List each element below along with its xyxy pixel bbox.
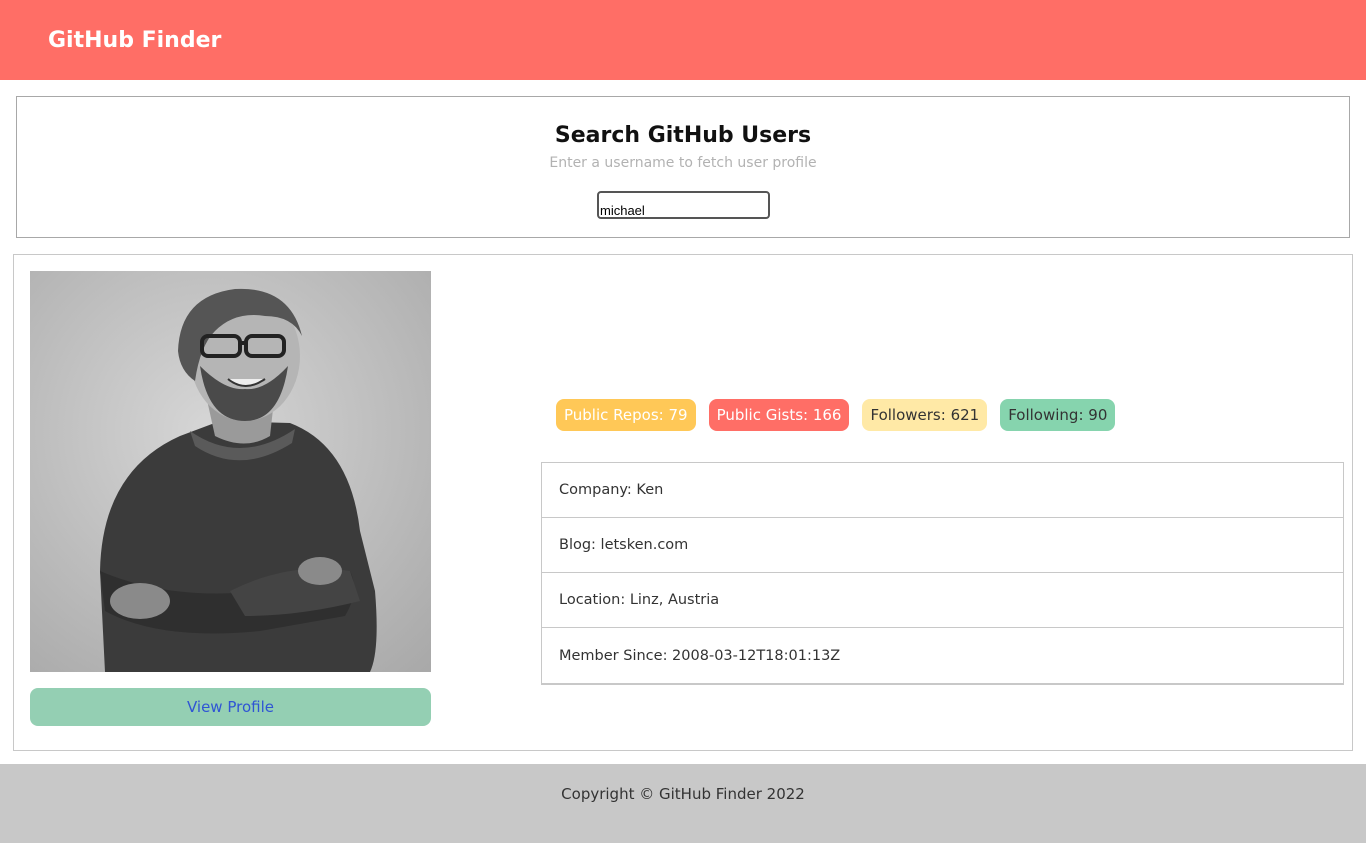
blog-item: Blog: letsken.com xyxy=(542,518,1343,573)
profile-card: View Profile Public Repos: 79 Public Gis… xyxy=(13,254,1353,751)
search-title: Search GitHub Users xyxy=(554,123,812,148)
view-profile-button[interactable]: View Profile xyxy=(30,688,431,726)
stats-badges: Public Repos: 79 Public Gists: 166 Follo… xyxy=(556,399,1116,431)
location-item: Location: Linz, Austria xyxy=(542,573,1343,628)
search-panel: Search GitHub Users Enter a username to … xyxy=(16,96,1350,238)
user-photo-icon xyxy=(30,271,431,672)
public-gists-badge: Public Gists: 166 xyxy=(708,399,850,431)
profile-details-list: Company: Ken Blog: letsken.com Location:… xyxy=(541,462,1344,685)
member-since-item: Member Since: 2008-03-12T18:01:13Z xyxy=(559,647,841,664)
brand-title[interactable]: GitHub Finder xyxy=(48,28,221,53)
copyright-text: Copyright © GitHub Finder 2022 xyxy=(561,785,805,803)
footer: Copyright © GitHub Finder 2022 xyxy=(0,764,1366,843)
avatar xyxy=(30,271,431,672)
following-badge: Following: 90 xyxy=(1000,399,1116,431)
search-subtitle: Enter a username to fetch user profile xyxy=(549,155,817,171)
company-item: Company: Ken xyxy=(542,463,1343,518)
public-repos-badge: Public Repos: 79 xyxy=(556,399,696,431)
search-input[interactable] xyxy=(597,191,770,219)
navbar: GitHub Finder xyxy=(0,0,1366,80)
followers-badge: Followers: 621 xyxy=(862,399,988,431)
